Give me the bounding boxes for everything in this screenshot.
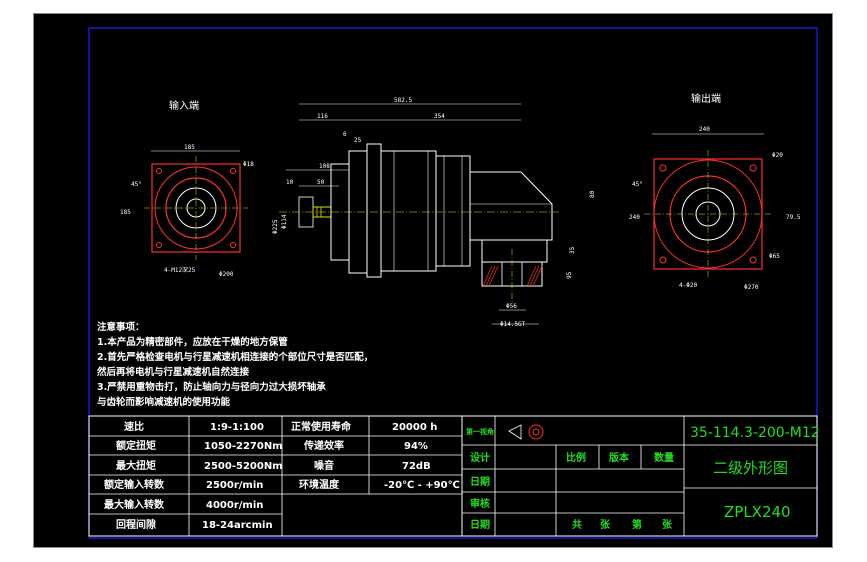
- dim-right-angle: 45°: [632, 181, 643, 188]
- dim-80: 80: [589, 190, 596, 198]
- side-elevation-view: 582.5 116 354 6 25 108 10 50 Φ114 Φ225 8…: [272, 97, 596, 328]
- output-end-label: 输出端: [691, 92, 721, 105]
- dim-145gt: Φ14.5GT: [500, 321, 526, 328]
- notes-line3: 然后再将电机与行星减速机自然连接: [97, 366, 250, 378]
- spec-k2-1: 传递效率: [303, 439, 344, 452]
- notes-title: 注意事项：: [97, 321, 145, 333]
- version-label: 版本: [609, 451, 630, 464]
- dim-right-795: 79.5: [786, 214, 801, 221]
- dim-left-hole: Φ18: [243, 161, 254, 168]
- spec-k1-4: 最大输入转数: [104, 498, 165, 511]
- spec-k2-2: 噪音: [314, 459, 334, 472]
- first-angle-symbol-icon: [508, 424, 544, 440]
- dim-right-65: Φ65: [769, 253, 780, 260]
- review-label: 审核: [470, 497, 490, 510]
- spec-v2-2: 72dB: [402, 461, 431, 472]
- notes-line5: 与齿轮而影响减速机的使用功能: [97, 396, 231, 408]
- dim-225: Φ225: [272, 219, 279, 234]
- sheets-label: 张: [600, 518, 611, 531]
- date-label-1: 日期: [470, 475, 490, 488]
- design-label: 设计: [470, 451, 490, 464]
- dim-left-top: 185: [184, 144, 195, 151]
- spec-v1-0: 1:9-1:100: [210, 422, 264, 433]
- drawing-svg: 输入端 185 Φ18 45° 185 4-M12深25 Φ200 582.5 …: [88, 27, 820, 539]
- dim-114: Φ114: [281, 214, 288, 229]
- dim-35: 35: [569, 246, 576, 254]
- drawing-viewport: 输入端 185 Φ18 45° 185 4-M12深25 Φ200 582.5 …: [0, 0, 867, 562]
- dim-25: 25: [354, 137, 362, 144]
- spec-k1-3: 额定输入转数: [104, 478, 165, 491]
- title-block: 第一视角 35-114.3-200-M12 设计 比例 版本 数量 二级外形图 …: [461, 415, 820, 537]
- dim-left-bolt: 4-M12深25: [164, 266, 196, 274]
- dim-354: 354: [434, 113, 445, 120]
- dim-right-hole: Φ20: [772, 152, 783, 159]
- dim-50: 50: [317, 179, 325, 186]
- spec-v1-4: 4000r/min: [206, 500, 263, 511]
- dim-108: 108: [319, 163, 330, 170]
- notes-line4: 3.严禁用重物击打，防止轴向力与径向力过大损坏轴承: [97, 381, 326, 393]
- dim-left-side: 185: [120, 209, 131, 216]
- dim-right-bolt: 4-Φ20: [679, 282, 697, 289]
- dim-10: 10: [286, 179, 294, 186]
- output-end-view: 240 Φ20 45° 240 79.5 Φ65 4-Φ20 Φ270: [629, 126, 801, 291]
- dim-right-side: 240: [629, 214, 640, 221]
- spec-k2-3: 环境温度: [299, 478, 340, 491]
- spec-k2-0: 正常使用寿命: [291, 420, 352, 433]
- spec-v1-5: 18-24arcmin: [202, 520, 273, 531]
- projection-label: 第一视角: [466, 427, 494, 436]
- input-end-view: 185 Φ18 45° 185 4-M12深25 Φ200: [120, 144, 254, 278]
- dim-right-top: 240: [699, 126, 710, 133]
- dim-56: Φ56: [506, 303, 517, 310]
- dim-left-angle: 45°: [131, 181, 142, 188]
- dim-left-pcd: Φ200: [219, 271, 234, 278]
- notes-block: 注意事项： 1.本产品为精密部件，应放在干燥的地方保管 2.首先严格检查电机与行…: [97, 321, 373, 408]
- total-label: 共: [572, 518, 582, 531]
- spec-v1-3: 2500r/min: [206, 480, 263, 491]
- spec-v1-2: 2500-5200Nm: [204, 461, 283, 472]
- drawing-number: 35-114.3-200-M12: [690, 425, 820, 441]
- spec-table: 速比 1:9-1:100 正常使用寿命 20000 h 额定扭矩 1050-22…: [88, 415, 463, 537]
- page-no-label: 第: [632, 518, 642, 531]
- dim-overall: 582.5: [394, 97, 412, 104]
- drawing-name: 二级外形图: [713, 459, 788, 477]
- dim-116: 116: [317, 113, 328, 120]
- dim-6: 6: [343, 131, 347, 138]
- spec-k1-2: 最大扭矩: [116, 459, 156, 472]
- spec-v1-1: 1050-2270Nm: [204, 441, 283, 452]
- model-number: ZPLX240: [724, 503, 791, 521]
- spec-k1-0: 速比: [124, 420, 144, 433]
- dim-95: 95: [566, 271, 573, 279]
- spec-v2-3: -20℃ - +90℃: [384, 480, 460, 491]
- date-label-2: 日期: [470, 518, 490, 531]
- quantity-label: 数量: [654, 451, 674, 464]
- dim-right-pcd: Φ270: [744, 284, 759, 291]
- spec-v2-0: 20000 h: [392, 422, 437, 433]
- input-end-label: 输入端: [169, 99, 199, 112]
- notes-line1: 1.本产品为精密部件，应放在干燥的地方保管: [97, 336, 288, 348]
- spec-v2-1: 94%: [404, 441, 428, 452]
- spec-k1-1: 额定扭矩: [116, 439, 156, 452]
- spec-k1-5: 回程间隙: [116, 518, 156, 531]
- cad-canvas: 输入端 185 Φ18 45° 185 4-M12深25 Φ200 582.5 …: [33, 13, 833, 548]
- ratio-label: 比例: [566, 451, 586, 464]
- page-label: 张: [662, 518, 673, 531]
- notes-line2: 2.首先严格检查电机与行星减速机相连接的个部位尺寸是否匹配，: [97, 351, 373, 363]
